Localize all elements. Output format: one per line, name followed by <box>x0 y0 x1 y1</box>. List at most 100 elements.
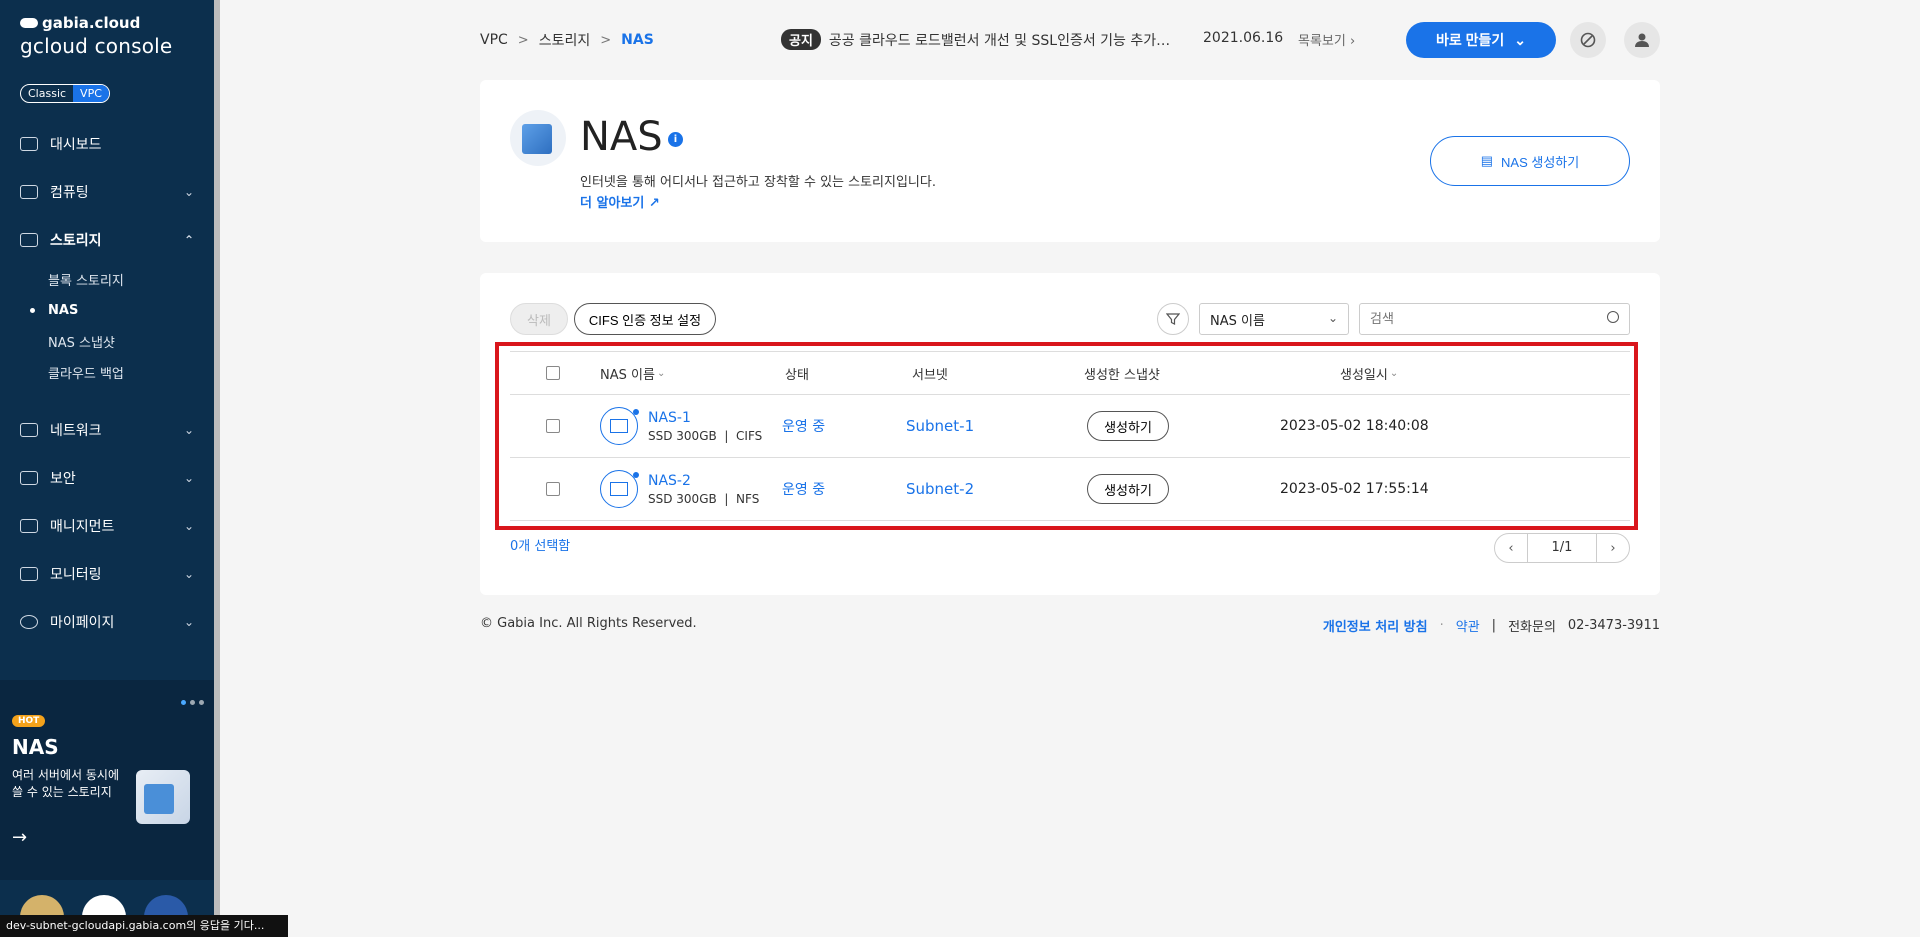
pagination: ‹ 1/1 › <box>1494 533 1630 563</box>
chevron-down-icon: ⌄ <box>183 567 194 581</box>
chevron-down-icon: ⌄ <box>183 471 194 485</box>
notice-tag: 공지 <box>781 29 821 50</box>
create-nas-label: NAS 생성하기 <box>1501 154 1580 170</box>
breadcrumb-nas: NAS <box>621 32 654 48</box>
notice-list-link[interactable]: 목록보기 › <box>1298 30 1355 49</box>
copyright: © Gabia Inc. All Rights Reserved. <box>480 616 697 631</box>
brand-logo[interactable]: gabia.cloud gcloud console <box>20 14 172 58</box>
search-box[interactable] <box>1359 303 1630 335</box>
learn-more-label: 더 알아보기 <box>580 196 645 211</box>
list-toolbar: 삭제 CIFS 인증 정보 설정 NAS 이름 ⌄ <box>510 303 1630 335</box>
cifs-auth-button[interactable]: CIFS 인증 정보 설정 <box>574 303 716 335</box>
sidebar-item-label: 매니지먼트 <box>50 519 115 535</box>
chevron-down-icon: ⌄ <box>1514 31 1527 48</box>
cloud-icon <box>20 18 38 28</box>
terms-link[interactable]: 약관 <box>1456 616 1480 635</box>
sidebar-sub-block-storage[interactable]: 블록 스토리지 <box>0 264 214 295</box>
sidebar-item-management[interactable]: 매니지먼트 ⌄ <box>0 502 214 550</box>
chevron-down-icon: ⌄ <box>183 185 194 199</box>
sidebar-item-network[interactable]: 네트워크 ⌄ <box>0 406 214 454</box>
quick-create-label: 바로 만들기 <box>1435 32 1505 48</box>
chevron-right-icon: > <box>600 32 612 48</box>
sidebar-item-label: 컴퓨팅 <box>50 185 89 201</box>
learn-more-link[interactable]: 더 알아보기 ↗ <box>580 192 660 211</box>
chevron-down-icon: ⌄ <box>183 519 194 533</box>
external-link-icon: ↗ <box>648 196 660 211</box>
sidebar-item-dashboard[interactable]: 대시보드 <box>0 120 214 168</box>
separator-dot: · <box>1439 618 1444 633</box>
chip-icon <box>20 185 38 199</box>
footer-links: 개인정보 처리 방침 · 약관 | 전화문의 02-3473-3911 <box>1323 616 1660 635</box>
carousel-dots[interactable] <box>181 700 204 705</box>
sidebar-nav: 대시보드 컴퓨팅 ⌄ 스토리지 ⌃ 블록 스토리지 NAS NAS 스냅샷 클라우드… <box>0 120 214 646</box>
sidebar-sub-nas[interactable]: NAS <box>0 295 214 326</box>
next-page-icon[interactable]: › <box>1597 541 1629 556</box>
promo-title: NAS <box>12 735 59 759</box>
browser-status-bar: dev-subnet-gcloudapi.gabia.com의 응답을 기다..… <box>0 915 288 937</box>
sidebar-sub-cloud-backup[interactable]: 클라우드 백업 <box>0 357 214 388</box>
brand-large-text: gcloud console <box>20 34 173 58</box>
filter-icon[interactable] <box>1157 303 1189 335</box>
sidebar-item-monitoring[interactable]: 모니터링 ⌄ <box>0 550 214 598</box>
sidebar-item-label: 대시보드 <box>50 137 102 153</box>
mode-vpc[interactable]: VPC <box>73 85 109 102</box>
sidebar-sub-nas-snapshot[interactable]: NAS 스냅샷 <box>0 326 214 357</box>
selected-count: 0개 선택함 <box>510 539 571 554</box>
info-icon[interactable]: i <box>668 132 683 147</box>
search-icon[interactable] <box>1607 311 1619 323</box>
search-field-select[interactable]: NAS 이름 ⌄ <box>1199 303 1349 335</box>
mode-toggle[interactable]: Classic VPC <box>20 84 110 103</box>
sidebar-item-label: 스토리지 <box>50 233 102 249</box>
sidebar-item-security[interactable]: 보안 ⌄ <box>0 454 214 502</box>
breadcrumb-storage[interactable]: 스토리지 <box>539 30 591 50</box>
storage-icon <box>20 233 38 247</box>
sidebar-scrollbar[interactable] <box>214 0 220 937</box>
search-input[interactable] <box>1370 311 1590 327</box>
sidebar: gabia.cloud gcloud console Classic VPC 대… <box>0 0 214 937</box>
sidebar-item-computing[interactable]: 컴퓨팅 ⌄ <box>0 168 214 216</box>
chevron-down-icon: ⌄ <box>183 423 194 437</box>
hero-card: NAS i 인터넷을 통해 어디서나 접근하고 장착할 수 있는 스토리지입니다… <box>480 80 1660 242</box>
page-title: NAS <box>580 114 663 160</box>
sidebar-item-label: 네트워크 <box>50 423 102 439</box>
arrow-right-icon[interactable]: → <box>12 827 27 848</box>
quick-create-button[interactable]: 바로 만들기 ⌄ <box>1406 22 1556 58</box>
privacy-link[interactable]: 개인정보 처리 방침 <box>1323 616 1428 635</box>
chevron-down-icon: ⌄ <box>1327 311 1338 325</box>
promo-desc: 여러 서버에서 동시에 쓸 수 있는 스토리지 <box>12 768 119 799</box>
breadcrumb-vpc[interactable]: VPC <box>480 32 508 48</box>
sidebar-item-label: 모니터링 <box>50 567 102 583</box>
nas-list-icon: ▤ <box>1480 153 1494 168</box>
delete-button[interactable]: 삭제 <box>510 303 568 335</box>
notice-more-label: 목록보기 <box>1298 34 1346 49</box>
chevron-right-icon: > <box>517 32 529 48</box>
dashboard-icon <box>20 137 38 151</box>
mode-classic[interactable]: Classic <box>21 85 73 102</box>
promo-banner[interactable]: HOT NAS 여러 서버에서 동시에 쓸 수 있는 스토리지 → <box>0 680 214 880</box>
breadcrumb: VPC > 스토리지 > NAS <box>480 30 654 50</box>
sidebar-item-mypage[interactable]: 마이페이지 ⌄ <box>0 598 214 646</box>
page-description: 인터넷을 통해 어디서나 접근하고 장착할 수 있는 스토리지입니다. <box>580 175 936 190</box>
chevron-up-icon: ⌃ <box>183 233 194 247</box>
notice-bar[interactable]: 공지 공공 클라우드 로드밸런서 개선 및 SSL인증서 기능 추가 안내 <box>781 29 1174 50</box>
chevron-right-icon: › <box>1349 34 1356 49</box>
network-icon <box>20 423 38 437</box>
contact-label: 전화문의 <box>1508 620 1556 635</box>
user-icon[interactable] <box>1624 22 1660 58</box>
notice-date: 2021.06.16 <box>1203 30 1284 46</box>
sidebar-item-storage[interactable]: 스토리지 ⌃ <box>0 216 214 264</box>
nas-box-illustration <box>136 770 190 824</box>
brand-small-text: gabia.cloud <box>42 14 141 32</box>
notice-text[interactable]: 공공 클라우드 로드밸런서 개선 및 SSL인증서 기능 추가 안내 <box>829 30 1174 50</box>
nas-service-icon <box>510 110 566 166</box>
create-nas-button[interactable]: ▤ NAS 생성하기 <box>1430 136 1630 186</box>
separator-bar: | <box>1491 618 1497 633</box>
monitor-icon <box>20 567 38 581</box>
highlight-box <box>495 342 1638 530</box>
management-icon <box>20 519 38 533</box>
contact-number: 02-3473-3911 <box>1567 618 1660 633</box>
sidebar-item-label: 마이페이지 <box>50 615 115 631</box>
page-indicator: 1/1 <box>1527 534 1597 562</box>
prev-page-icon[interactable]: ‹ <box>1495 541 1527 556</box>
chat-icon[interactable] <box>1570 22 1606 58</box>
